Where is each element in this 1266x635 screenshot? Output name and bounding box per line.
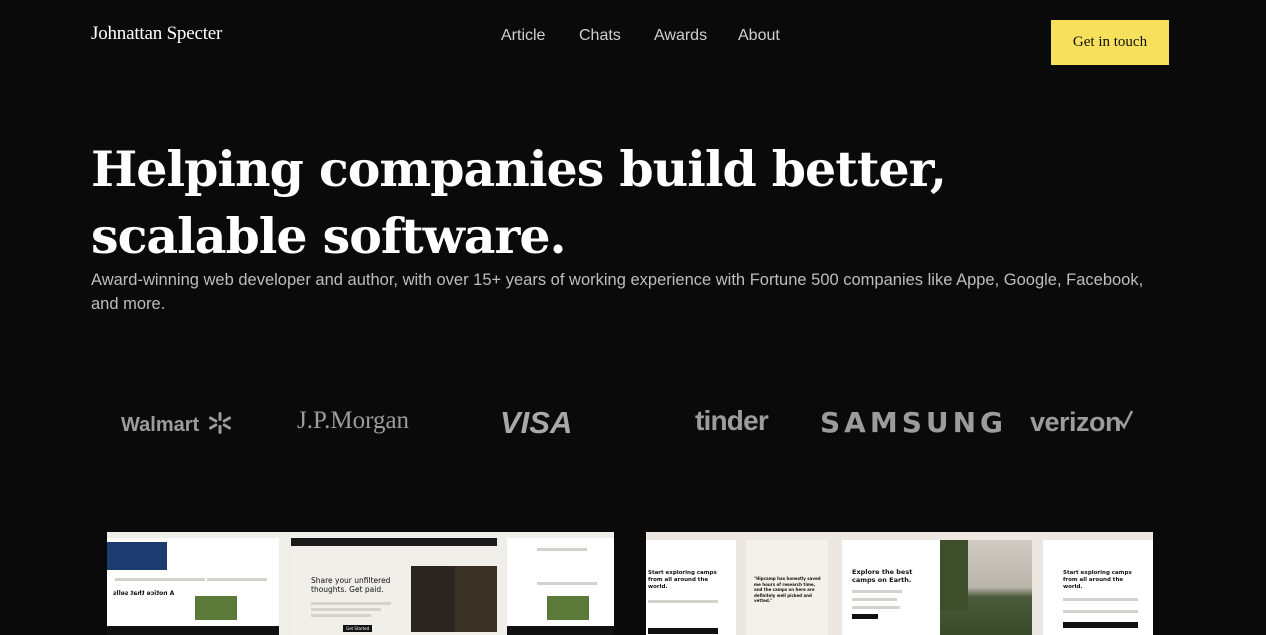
client-logos: Walmart J.P.Morgan VISA tinder SAMSUNG v…	[0, 405, 1266, 445]
mini-image	[195, 596, 237, 620]
nav-awards[interactable]: Awards	[654, 27, 707, 45]
mini-page-left: A notice that sells	[107, 538, 279, 635]
samsung-logo: SAMSUNG	[820, 406, 1008, 439]
mini-button: Get Started	[343, 625, 373, 632]
mini-banner	[107, 542, 167, 570]
nav-article[interactable]: Article	[501, 27, 545, 45]
visa-logo: VISA	[500, 405, 573, 440]
verizon-logo: verizon	[1030, 407, 1134, 438]
walmart-logo-text: Walmart	[121, 414, 200, 436]
mini-page-a: Start exploring camps from all around th…	[646, 540, 736, 635]
mini-photo	[411, 566, 455, 632]
walmart-logo: Walmart	[121, 412, 232, 437]
hero-subtitle: Award-winning web developer and author, …	[91, 271, 1144, 313]
mini-top-bar	[291, 538, 497, 546]
mini-headline-a: Start exploring camps from all around th…	[648, 570, 717, 590]
verizon-logo-text: verizon	[1030, 407, 1122, 437]
mini-footer-2	[507, 626, 614, 635]
mini-page-b: Explore the best camps on Earth.	[842, 540, 940, 635]
mini-quote-text: "Hipcamp has honestly saved me hours of …	[754, 576, 821, 603]
nav-chats[interactable]: Chats	[579, 27, 621, 45]
nav-about[interactable]: About	[738, 27, 780, 45]
mini-cta-b	[852, 614, 878, 619]
mini-photo-2	[455, 566, 497, 632]
mini-page-c: Start exploring camps from all around th…	[1043, 540, 1153, 635]
hero-title: Helping companies build better, scalable…	[91, 140, 947, 265]
get-in-touch-button[interactable]: Get in touch	[1051, 20, 1169, 65]
mini-headline-c: Start exploring camps from all around th…	[1063, 570, 1132, 590]
mini-landscape	[940, 540, 1032, 635]
check-icon	[1118, 410, 1134, 430]
mini-page-center: Share your unfiltered thoughts. Get paid…	[291, 538, 497, 635]
mini-image-2	[547, 596, 589, 620]
project-thumbnail-right[interactable]: Start exploring camps from all around th…	[646, 532, 1153, 635]
mini-page-right	[507, 538, 614, 635]
project-thumbnail-left[interactable]: A notice that sells Share your unfiltere…	[107, 532, 614, 635]
mini-footer	[107, 626, 279, 635]
tinder-logo: tinder	[695, 405, 769, 436]
mini-headline: Share your unfiltered thoughts. Get paid…	[311, 576, 391, 594]
walmart-spark-icon	[208, 412, 231, 434]
jpmorgan-logo: J.P.Morgan	[297, 407, 410, 434]
mini-cta-c	[1063, 622, 1138, 628]
mini-quote: "Hipcamp has honestly saved me hours of …	[746, 540, 828, 635]
mini-side-label: A notice that sells	[113, 590, 175, 597]
mini-headline-b: Explore the best camps on Earth.	[852, 568, 913, 584]
mini-cta-a	[648, 628, 718, 634]
mini-tree	[940, 540, 968, 610]
